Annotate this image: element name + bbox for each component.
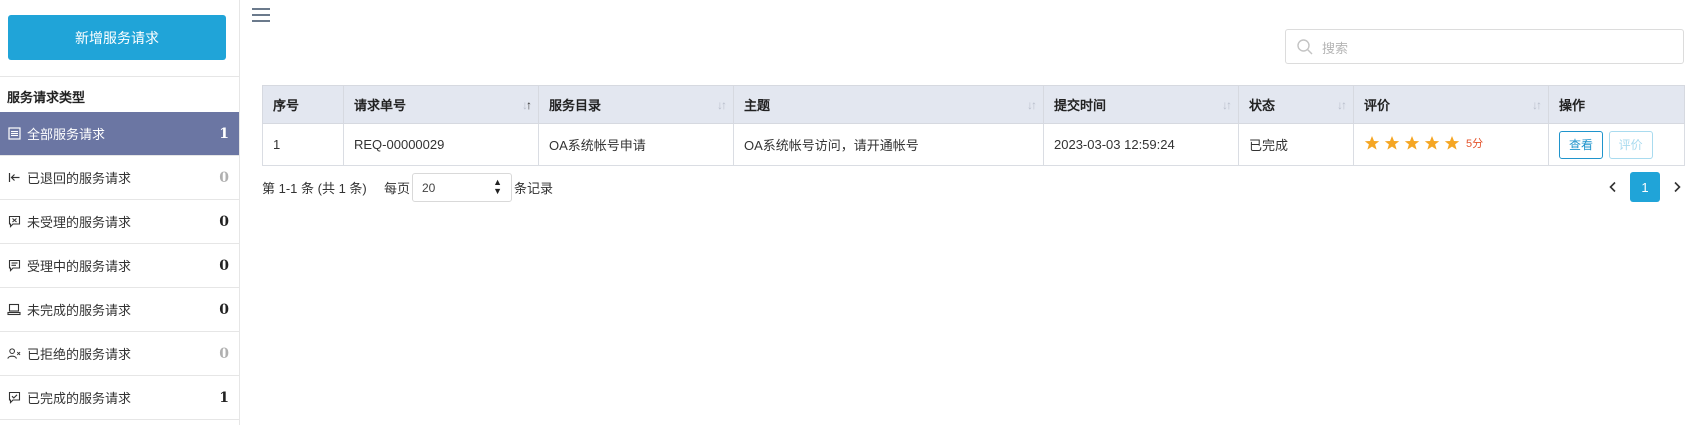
cell-actions: 查看 评价 xyxy=(1548,123,1685,166)
chevron-left-icon xyxy=(1609,181,1616,193)
sidebar-item-unaccepted[interactable]: 未受理的服务请求 0 xyxy=(0,200,239,244)
sort-icon[interactable]: ↓↑ xyxy=(717,98,727,112)
column-header-status[interactable]: 状态 ↓↑ xyxy=(1238,85,1354,124)
sidebar-item-count: 0 xyxy=(219,169,229,186)
prev-page-button[interactable] xyxy=(1599,172,1627,202)
column-header-actions: 操作 xyxy=(1548,85,1685,124)
sidebar-item-count: 1 xyxy=(219,125,229,142)
chevron-right-icon xyxy=(1674,181,1681,193)
star-icon xyxy=(1444,136,1460,150)
return-arrow-icon xyxy=(7,171,21,185)
cell-status: 已完成 xyxy=(1238,123,1354,166)
sidebar-item-label: 未受理的服务请求 xyxy=(27,215,132,230)
view-button[interactable]: 查看 xyxy=(1559,130,1603,159)
message-x-icon xyxy=(7,215,21,229)
menu-toggle-icon[interactable] xyxy=(252,8,270,24)
column-header-submit-time[interactable]: 提交时间 ↓↑ xyxy=(1043,85,1239,124)
sidebar-item-label: 已退回的服务请求 xyxy=(27,171,132,186)
search-input[interactable] xyxy=(1320,36,1674,60)
sidebar-item-label: 已拒绝的服务请求 xyxy=(27,347,132,362)
sidebar: 新增服务请求 服务请求类型 全部服务请求 1 已退回的服务请求 0 未受理的服务… xyxy=(0,0,240,425)
star-icon xyxy=(1424,136,1440,150)
per-page-select[interactable]: 20 ▲ ▼ xyxy=(412,173,512,202)
table-row[interactable]: 1 REQ-00000029 OA系统帐号申请 OA系统帐号访问，请开通帐号 2… xyxy=(262,123,1685,166)
sidebar-item-label: 受理中的服务请求 xyxy=(27,259,132,274)
search-icon xyxy=(1296,38,1314,56)
message-check-icon xyxy=(7,391,21,405)
sidebar-item-processing[interactable]: 受理中的服务请求 0 xyxy=(0,244,239,288)
column-header-request-no[interactable]: 请求单号 ↓↑ xyxy=(343,85,539,124)
sidebar-item-count: 0 xyxy=(219,301,229,318)
pagination-info: 第 1-1 条 (共 1 条) xyxy=(262,181,367,196)
sidebar-item-count: 1 xyxy=(219,389,229,406)
sidebar-item-completed[interactable]: 已完成的服务请求 1 xyxy=(0,376,239,420)
rate-button[interactable]: 评价 xyxy=(1608,130,1653,159)
document-list-icon xyxy=(7,127,21,141)
computer-icon xyxy=(7,303,21,317)
table-header-row: 序号 请求单号 ↓↑ 服务目录 ↓↑ 主题 ↓↑ 提交时间 ↓↑ 状态 ↓↑ 评价 ↓↑ 操… xyxy=(262,85,1685,124)
star-icon xyxy=(1384,136,1400,150)
cell-rating: 5分 xyxy=(1353,123,1549,166)
sidebar-item-count: 0 xyxy=(219,213,229,230)
cell-catalog: OA系统帐号申请 xyxy=(538,123,734,166)
next-page-button[interactable] xyxy=(1664,172,1690,202)
search-box xyxy=(1285,29,1684,64)
star-icon xyxy=(1364,136,1380,150)
new-service-request-button[interactable]: 新增服务请求 xyxy=(8,15,226,60)
cell-request-no: REQ-00000029 xyxy=(343,123,539,166)
star-icon xyxy=(1404,136,1420,150)
message-lines-icon xyxy=(7,259,21,273)
sidebar-item-count: 0 xyxy=(219,257,229,274)
page-button-current[interactable]: 1 xyxy=(1630,172,1660,202)
cell-index: 1 xyxy=(262,123,344,166)
records-label: 条记录 xyxy=(514,181,554,196)
sort-icon[interactable]: ↓↑ xyxy=(522,98,532,112)
column-header-subject[interactable]: 主题 ↓↑ xyxy=(733,85,1044,124)
sidebar-item-label: 全部服务请求 xyxy=(27,127,106,142)
sort-icon[interactable]: ↓↑ xyxy=(1222,98,1232,112)
rating-score: 5分 xyxy=(1466,138,1484,150)
sidebar-item-rejected[interactable]: 已拒绝的服务请求 0 xyxy=(0,332,239,376)
column-header-catalog[interactable]: 服务目录 ↓↑ xyxy=(538,85,734,124)
sidebar-item-label: 未完成的服务请求 xyxy=(27,303,132,318)
sidebar-item-label: 已完成的服务请求 xyxy=(27,391,132,406)
per-page-label: 每页 xyxy=(384,181,411,196)
sidebar-item-incomplete[interactable]: 未完成的服务请求 0 xyxy=(0,288,239,332)
select-arrows-icon: ▲ ▼ xyxy=(493,177,502,196)
user-x-icon xyxy=(7,347,21,361)
sidebar-item-count: 0 xyxy=(219,345,229,362)
column-header-rating[interactable]: 评价 ↓↑ xyxy=(1353,85,1549,124)
sidebar-item-returned[interactable]: 已退回的服务请求 0 xyxy=(0,156,239,200)
rating-stars: 5分 xyxy=(1364,135,1483,151)
sidebar-section-title: 服务请求类型 xyxy=(0,76,239,112)
column-header-index: 序号 xyxy=(262,85,344,124)
cell-submit-time: 2023-03-03 12:59:24 xyxy=(1043,123,1239,166)
cell-subject: OA系统帐号访问，请开通帐号 xyxy=(733,123,1044,166)
sidebar-item-all[interactable]: 全部服务请求 1 xyxy=(0,112,239,156)
request-type-menu: 全部服务请求 1 已退回的服务请求 0 未受理的服务请求 0 受理中的服务请求 … xyxy=(0,112,239,420)
per-page-value: 20 xyxy=(422,181,436,195)
sort-icon[interactable]: ↓↑ xyxy=(1337,98,1347,112)
sort-icon[interactable]: ↓↑ xyxy=(1027,98,1037,112)
sort-icon[interactable]: ↓↑ xyxy=(1532,98,1542,112)
service-request-table: 序号 请求单号 ↓↑ 服务目录 ↓↑ 主题 ↓↑ 提交时间 ↓↑ 状态 ↓↑ 评价 ↓↑ 操… xyxy=(262,85,1685,166)
